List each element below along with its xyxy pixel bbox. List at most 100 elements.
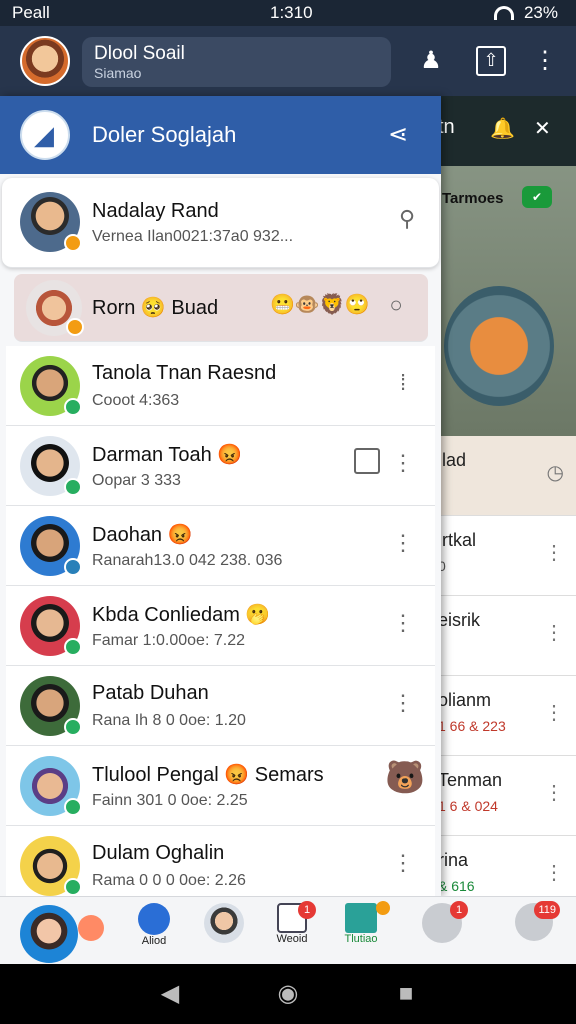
chat-icon xyxy=(138,903,170,935)
contact-subtitle: Oopar 3 333 xyxy=(92,472,181,489)
avatar xyxy=(20,905,78,963)
avatar xyxy=(20,596,82,656)
account-switcher[interactable]: Dlool Soail Siamao xyxy=(82,37,391,87)
more-icon[interactable]: ⋮ xyxy=(544,860,564,885)
background-card[interactable]: ilad ◷ xyxy=(438,436,576,516)
back-icon[interactable]: ◀ xyxy=(156,980,184,1008)
contact-subtitle: Ranarah13.0 042 238. 036 xyxy=(92,552,283,569)
drag-handle-icon[interactable]: ⁞ xyxy=(389,370,417,396)
more-icon[interactable]: ⋮ xyxy=(389,610,417,636)
carrier-label: Peall xyxy=(12,3,50,22)
share-icon[interactable]: ⇧ xyxy=(476,46,506,76)
avatar xyxy=(20,356,82,416)
app-header: Dlool Soail Siamao ♟ ⇧ ⋮ xyxy=(0,26,576,96)
reaction-icons: 😬🐵🦁🙄 xyxy=(270,294,370,316)
contact-name: Dulam Oghalin xyxy=(92,842,225,864)
home-icon[interactable]: ◉ xyxy=(274,980,302,1008)
nav-weoid[interactable]: 1 Weoid xyxy=(272,901,316,945)
nav-group[interactable]: 1 xyxy=(420,901,468,943)
recents-icon[interactable]: ■ xyxy=(392,980,420,1008)
avatar xyxy=(20,756,82,816)
contact-row[interactable]: Dulam Oghalin Rama 0 0 0 0oe: 2.26 ⋮ xyxy=(6,826,435,896)
notification-badge: 119 xyxy=(534,901,560,919)
more-icon[interactable]: ⋮ xyxy=(544,700,564,725)
nav-tlutiao[interactable]: Tlutiao xyxy=(336,901,390,945)
contact-name: Kbda Conliedam 🫢 xyxy=(92,604,271,626)
status-bar: Peall 1:310 23% xyxy=(0,0,576,26)
contact-row[interactable]: Darman Toah 😡 Oopar 3 333 ⋮ xyxy=(6,426,435,506)
more-menu-icon[interactable]: ⋮ xyxy=(530,46,560,76)
contact-row[interactable]: Patab Duhan Rana Ih 8 0 0oe: 1.20 ⋮ xyxy=(6,666,435,746)
search-icon[interactable]: ○ xyxy=(382,292,410,318)
background-card[interactable]: olianm 1 66 & 223 ⋮ xyxy=(438,676,576,756)
contact-subtitle: Cooot 4:363 xyxy=(92,392,180,409)
notification-badge: 1 xyxy=(450,901,468,919)
notification-badge xyxy=(376,901,390,915)
battery-percent: 23% xyxy=(523,3,558,22)
contact-row[interactable]: Tlulool Pengal 😡 Semars Fainn 301 0 0oe:… xyxy=(6,746,435,826)
status-badge xyxy=(64,558,82,576)
clock-icon: ◷ xyxy=(546,462,564,484)
background-card[interactable]: irtkal 0 ⋮ xyxy=(438,516,576,596)
more-icon[interactable]: ⋮ xyxy=(544,780,564,805)
background-card[interactable]: Tenman 1 6 & 024 ⋮ xyxy=(438,756,576,836)
avatar xyxy=(20,192,82,252)
more-icon[interactable]: ⋮ xyxy=(389,850,417,876)
app-logo-icon xyxy=(20,110,70,160)
share-icon[interactable]: ⋖ xyxy=(388,120,408,149)
contact-row[interactable]: Daohan 😡 Ranarah13.0 042 238. 036 ⋮ xyxy=(6,506,435,586)
send-icon xyxy=(345,903,377,933)
more-icon[interactable]: ⋮ xyxy=(389,690,417,716)
more-icon[interactable]: ⋮ xyxy=(389,450,417,476)
more-icon[interactable]: ⋮ xyxy=(544,540,564,565)
contact-subtitle: Rana Ih 8 0 0oe: 1.20 xyxy=(92,712,246,729)
contact-row[interactable]: Tanola Tnan Raesnd Cooot 4:363 ⁞ xyxy=(6,346,435,426)
contact-subtitle: Vernea Ilan0021:37a0 932... xyxy=(92,228,294,245)
background-label: Tarmoes xyxy=(442,190,504,207)
drawer-title: Doler Soglajah xyxy=(92,122,237,147)
background-panel: tn 🔔 ✕ Tarmoes ✔ ilad ◷ irtkal 0 ⋮ eisri… xyxy=(430,96,576,896)
contact-name: Darman Toah 😡 xyxy=(92,444,243,466)
close-icon[interactable]: ✕ xyxy=(534,116,551,141)
more-icon[interactable]: ⋮ xyxy=(389,530,417,556)
avatar xyxy=(20,436,82,496)
drawer-header: Doler Soglajah ⋖ xyxy=(0,96,441,174)
emoji-icon xyxy=(78,915,104,941)
search-icon[interactable]: ⚲ xyxy=(393,206,421,232)
status-badge xyxy=(64,478,82,496)
bell-icon[interactable]: 🔔 xyxy=(490,116,515,141)
profile-avatar[interactable] xyxy=(20,36,70,86)
nav-emoji[interactable] xyxy=(78,915,104,941)
background-list: ilad ◷ irtkal 0 ⋮ eisrik ⋮ olianm 1 66 &… xyxy=(438,436,576,896)
avatar xyxy=(20,676,82,736)
contact-row[interactable]: Rorn 🥺 Buad 😬🐵🦁🙄 ○ xyxy=(14,274,428,342)
nav-profile[interactable] xyxy=(20,905,78,963)
add-person-icon[interactable]: ♟ xyxy=(416,46,446,76)
background-card[interactable]: eisrik ⋮ xyxy=(438,596,576,676)
status-badge xyxy=(66,318,84,336)
notification-badge: 1 xyxy=(298,901,316,919)
nav-label: Aliod xyxy=(141,935,167,947)
background-card[interactable]: rina & 616 ⋮ xyxy=(438,836,576,896)
avatar xyxy=(26,280,84,336)
contact-name: Patab Duhan xyxy=(92,682,209,704)
background-header: tn 🔔 ✕ xyxy=(430,96,576,166)
status-icons: 23% xyxy=(493,3,558,23)
contact-subtitle: Fainn 301 0 0oe: 2.25 xyxy=(92,792,248,809)
bottom-navigation: Aliod 1 Weoid Tlutiao 1 119 xyxy=(0,896,576,964)
nav-aliod[interactable]: Aliod xyxy=(134,903,174,947)
contact-row[interactable]: Kbda Conliedam 🫢 Famar 1:0.00oe: 7.22 ⋮ xyxy=(6,586,435,666)
contact-name: Tlulool Pengal 😡 Semars xyxy=(92,764,324,786)
edit-icon[interactable] xyxy=(354,448,380,474)
nav-notifications[interactable]: 119 xyxy=(512,901,560,941)
status-badge xyxy=(64,878,82,896)
nav-people[interactable] xyxy=(204,903,244,943)
contact-row[interactable]: Nadalay Rand Vernea Ilan0021:37a0 932...… xyxy=(2,178,439,268)
contact-subtitle: Famar 1:0.00oe: 7.22 xyxy=(92,632,245,649)
avatar xyxy=(20,836,82,896)
nav-label: Weoid xyxy=(276,933,308,945)
wifi-icon xyxy=(493,6,514,20)
more-icon[interactable]: ⋮ xyxy=(544,620,564,645)
sticker-icon: 🐻 xyxy=(385,759,425,795)
contact-subtitle: Rama 0 0 0 0oe: 2.26 xyxy=(92,872,246,889)
